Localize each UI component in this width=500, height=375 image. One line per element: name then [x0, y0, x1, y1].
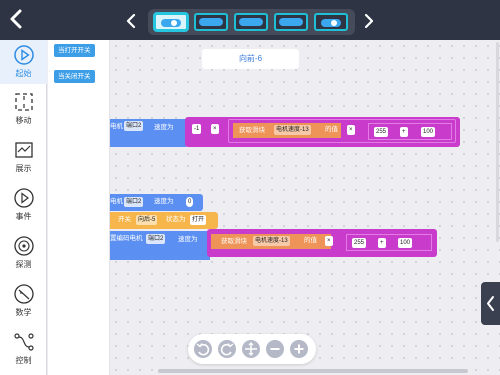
- pill-icon: [239, 18, 263, 26]
- tab-toggle-program-1[interactable]: [154, 13, 188, 31]
- block-palette: 当打开开关 当关闭开关: [48, 40, 110, 375]
- block-text: 获取滑块: [221, 238, 247, 245]
- sidebar-item-control[interactable]: 控制: [0, 327, 47, 371]
- control-icon: [13, 333, 34, 351]
- encoder-block-lower: [110, 250, 210, 260]
- tab-program-3[interactable]: [234, 13, 268, 31]
- block-text: 开关: [118, 216, 131, 223]
- block-text: 电机: [110, 198, 123, 205]
- block-text: 速度为: [154, 198, 174, 205]
- block-text: 速度为: [178, 236, 198, 243]
- port-dropdown[interactable]: 端口2: [124, 121, 144, 131]
- program-title[interactable]: 向前-6: [202, 49, 299, 69]
- sidebar-item-label: 数学: [15, 308, 32, 317]
- sidebar-item-event[interactable]: 事件: [0, 183, 47, 227]
- palette-block-when-switch-on[interactable]: 当打开开关: [54, 44, 95, 57]
- top-bar: [0, 0, 500, 40]
- number-input[interactable]: 100: [398, 238, 413, 248]
- number-input[interactable]: 255: [352, 238, 367, 248]
- set-motor-speed-block[interactable]: 电机: [110, 119, 186, 137]
- palette-block-when-switch-off[interactable]: 当关闭开关: [54, 70, 95, 83]
- operator-dropdown[interactable]: +: [400, 127, 408, 137]
- redo-button[interactable]: [218, 340, 236, 358]
- zoom-out-button[interactable]: [266, 340, 284, 358]
- block-text: 置编码电机: [110, 235, 143, 242]
- next-arrow-icon[interactable]: [362, 13, 376, 29]
- sidebar-item-move[interactable]: 移动: [0, 87, 47, 131]
- sidebar-item-label: 探测: [15, 260, 32, 269]
- sidebar-item-label: 起始: [15, 69, 32, 78]
- block-text: 的值: [325, 126, 338, 133]
- operator-dropdown[interactable]: +: [378, 238, 386, 248]
- vertical-scrollbar[interactable]: [496, 42, 499, 242]
- horizontal-scrollbar[interactable]: [158, 369, 468, 373]
- number-input[interactable]: 100: [421, 127, 436, 137]
- category-sidebar: 起始 移动 展示 事件 探测 数学 控制: [0, 40, 47, 375]
- pill-icon: [279, 18, 303, 26]
- move-icon: [14, 93, 33, 111]
- state-dropdown[interactable]: 打开: [190, 215, 207, 225]
- zoom-in-button[interactable]: [290, 340, 308, 358]
- sidebar-item-label: 移动: [15, 116, 32, 125]
- event-icon: [13, 188, 34, 208]
- previous-arrow-icon[interactable]: [124, 13, 138, 29]
- tab-program-4[interactable]: [274, 13, 308, 31]
- minus-icon: [270, 348, 280, 350]
- tab-program-2[interactable]: [194, 13, 228, 31]
- block-text: 的值: [304, 237, 317, 244]
- number-input[interactable]: -1: [192, 124, 202, 134]
- operator-dropdown[interactable]: ×: [211, 124, 219, 134]
- radar-icon: [13, 236, 34, 256]
- toggle-icon: [321, 19, 341, 27]
- motor-block-lower: [110, 137, 186, 147]
- port-dropdown[interactable]: 端口2: [124, 197, 144, 207]
- number-input[interactable]: 255: [374, 127, 389, 137]
- port-dropdown[interactable]: 端口2: [146, 234, 166, 244]
- display-icon: [14, 142, 33, 158]
- sidebar-item-label: 展示: [15, 164, 32, 173]
- sidebar-item-label: 控制: [15, 356, 32, 365]
- tab-toggle-program-5[interactable]: [314, 13, 348, 31]
- sidebar-item-math[interactable]: 数学: [0, 279, 47, 323]
- sidebar-item-label: 事件: [15, 212, 32, 221]
- math-icon: [13, 284, 34, 304]
- number-input[interactable]: 0: [186, 197, 194, 207]
- toggle-icon: [161, 19, 181, 27]
- operator-dropdown[interactable]: ×: [325, 236, 333, 246]
- sidebar-item-detect[interactable]: 探测: [0, 231, 47, 275]
- block-text: 电机: [110, 123, 123, 130]
- plus-icon: [294, 344, 304, 354]
- block-text: 速度为: [154, 124, 174, 131]
- undo-button[interactable]: [194, 340, 212, 358]
- sidebar-item-start[interactable]: 起始: [0, 40, 47, 84]
- slider-dropdown[interactable]: 电机速度-13: [253, 236, 290, 246]
- redo-icon: [220, 343, 234, 356]
- sidebar-item-display[interactable]: 展示: [0, 135, 47, 179]
- recenter-button[interactable]: [242, 340, 260, 358]
- undo-icon: [196, 343, 210, 356]
- device-panel-toggle[interactable]: [481, 282, 500, 325]
- back-icon[interactable]: [6, 8, 26, 30]
- pill-icon: [199, 18, 223, 26]
- play-icon: [13, 45, 34, 65]
- program-tab-strip: [148, 9, 355, 35]
- block-text: 获取滑块: [239, 127, 265, 134]
- slider-dropdown[interactable]: 电机速度-13: [274, 125, 311, 135]
- block-text: 状态为: [166, 216, 186, 223]
- chevron-left-icon: [487, 296, 494, 311]
- canvas-controls: [188, 334, 316, 364]
- switch-dropdown[interactable]: 向后-5: [136, 215, 158, 225]
- operator-dropdown[interactable]: ×: [347, 125, 355, 135]
- move-arrows-icon: [245, 342, 257, 356]
